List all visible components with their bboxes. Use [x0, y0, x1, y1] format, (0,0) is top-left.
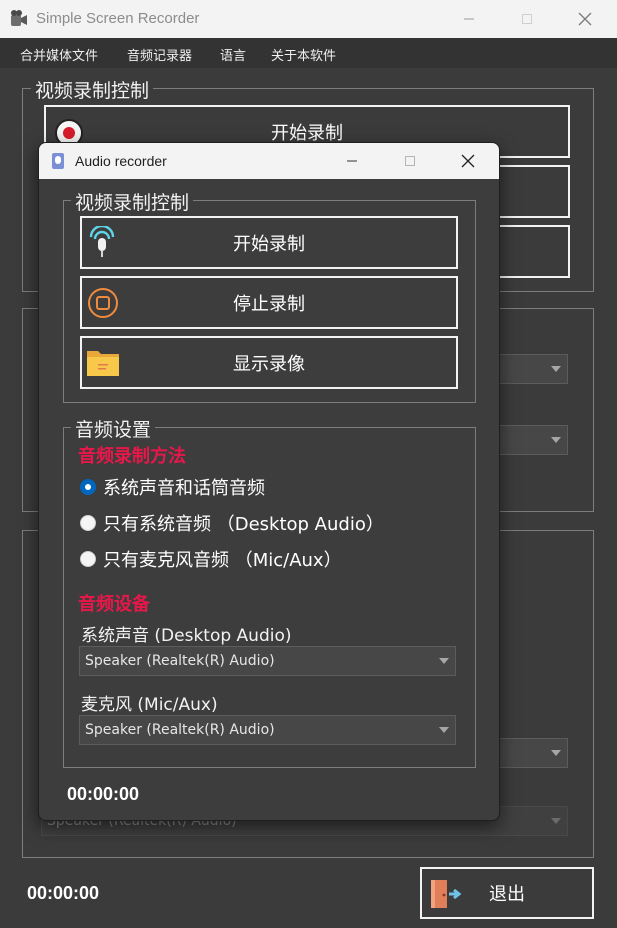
- maximize-button[interactable]: [504, 0, 550, 38]
- system-sound-select[interactable]: Speaker (Realtek(R) Audio): [79, 646, 456, 676]
- main-timer: 00:00:00: [27, 883, 100, 903]
- system-sound-select-value: Speaker (Realtek(R) Audio): [85, 653, 275, 669]
- chevron-down-icon: [551, 818, 561, 824]
- dialog-timer: 00:00:00: [67, 784, 140, 804]
- main-video-group-title: 视频录制控制: [31, 76, 154, 103]
- radio-mic-only-label: 只有麦克风音频 （Mic/Aux）: [103, 550, 342, 571]
- radio-button[interactable]: [80, 551, 96, 567]
- dialog-start-record-button[interactable]: 开始录制: [80, 216, 458, 269]
- mic-label: 麦克风 (Mic/Aux): [81, 695, 218, 715]
- exit-button-label: 退出: [489, 884, 525, 905]
- maximize-icon: [522, 14, 532, 24]
- dialog-title: Audio recorder: [75, 153, 167, 169]
- audio-devices-title: 音频设备: [78, 594, 150, 615]
- maximize-icon: [405, 156, 415, 166]
- close-button[interactable]: [562, 0, 608, 38]
- radio-button-checked[interactable]: [80, 479, 96, 495]
- menu-audio-recorder[interactable]: 音频记录器: [127, 45, 192, 64]
- dialog-maximize-button[interactable]: [387, 143, 433, 179]
- minimize-icon: [347, 160, 357, 162]
- main-combo-2[interactable]: [498, 425, 568, 455]
- dialog-titlebar: Audio recorder: [39, 143, 499, 179]
- audio-recorder-dialog: Audio recorder 视频录制控制 开始录制 停止录制 显示录像 音频设…: [38, 142, 500, 821]
- audio-method-title: 音频录制方法: [78, 446, 186, 467]
- menu-about[interactable]: 关于本软件: [271, 45, 336, 64]
- radio-system-and-mic-label: 系统声音和话筒音频: [103, 478, 265, 499]
- radio-system-and-mic[interactable]: 系统声音和话筒音频: [80, 474, 265, 500]
- mic-select-value: Speaker (Realtek(R) Audio): [85, 722, 275, 738]
- audio-settings-group-title: 音频设置: [71, 415, 156, 442]
- close-icon: [461, 154, 475, 168]
- system-sound-label: 系统声音 (Desktop Audio): [81, 626, 292, 646]
- chevron-down-icon: [551, 437, 561, 443]
- dialog-stop-record-label: 停止录制: [233, 293, 305, 315]
- main-window-title: Simple Screen Recorder: [36, 10, 200, 27]
- main-combo-3[interactable]: [498, 738, 568, 768]
- menubar: 合并媒体文件 音频记录器 语言 关于本软件: [0, 38, 617, 68]
- chevron-down-icon: [439, 727, 449, 733]
- main-titlebar: Simple Screen Recorder: [0, 0, 617, 38]
- close-icon: [578, 12, 592, 26]
- radio-system-only[interactable]: 只有系统音频 （Desktop Audio）: [80, 510, 384, 536]
- radio-button[interactable]: [80, 515, 96, 531]
- dialog-video-group-title: 视频录制控制: [71, 188, 194, 215]
- chevron-down-icon: [551, 750, 561, 756]
- radio-mic-only[interactable]: 只有麦克风音频 （Mic/Aux）: [80, 546, 342, 572]
- dialog-show-video-label: 显示录像: [233, 353, 305, 375]
- exit-button[interactable]: 退出: [420, 867, 594, 919]
- main-combo-1[interactable]: [498, 354, 568, 384]
- dialog-show-video-button[interactable]: 显示录像: [80, 336, 458, 389]
- radio-system-only-label: 只有系统音频 （Desktop Audio）: [103, 514, 384, 535]
- chevron-down-icon: [551, 366, 561, 372]
- dialog-stop-record-button[interactable]: 停止录制: [80, 276, 458, 329]
- microphone-app-icon: [52, 153, 64, 169]
- dialog-start-record-label: 开始录制: [233, 233, 305, 255]
- minimize-button[interactable]: [446, 0, 492, 38]
- app-recorder-icon: [11, 10, 27, 26]
- dialog-minimize-button[interactable]: [329, 143, 375, 179]
- menu-merge-media[interactable]: 合并媒体文件: [20, 45, 98, 64]
- minimize-icon: [464, 18, 474, 20]
- mic-select[interactable]: Speaker (Realtek(R) Audio): [79, 715, 456, 745]
- chevron-down-icon: [439, 658, 449, 664]
- dialog-close-button[interactable]: [445, 143, 491, 179]
- menu-language[interactable]: 语言: [220, 45, 246, 64]
